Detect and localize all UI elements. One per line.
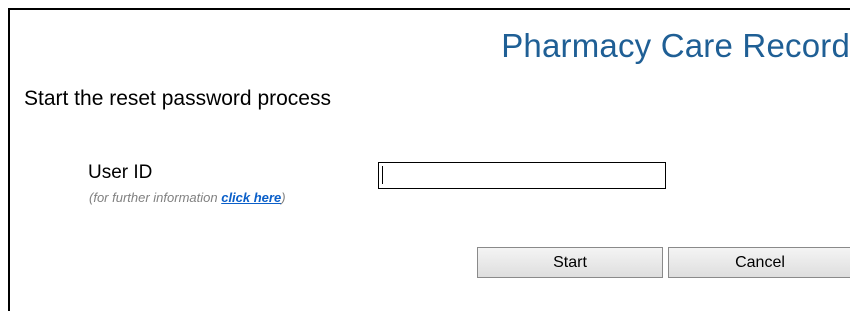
app-title: Pharmacy Care Record (501, 27, 850, 64)
user-id-input[interactable] (378, 162, 666, 189)
page-heading: Start the reset password process (24, 87, 331, 110)
help-suffix: ) (281, 190, 286, 205)
page-frame: Pharmacy Care Record Start the reset pas… (8, 8, 850, 311)
cancel-button[interactable]: Cancel (668, 247, 850, 278)
user-id-help-text: (for further information click here) (89, 190, 286, 205)
help-prefix: (for further information (89, 190, 222, 205)
start-button[interactable]: Start (477, 247, 663, 278)
help-link[interactable]: click here (221, 190, 281, 205)
text-caret (382, 166, 383, 184)
user-id-label: User ID (88, 162, 153, 183)
